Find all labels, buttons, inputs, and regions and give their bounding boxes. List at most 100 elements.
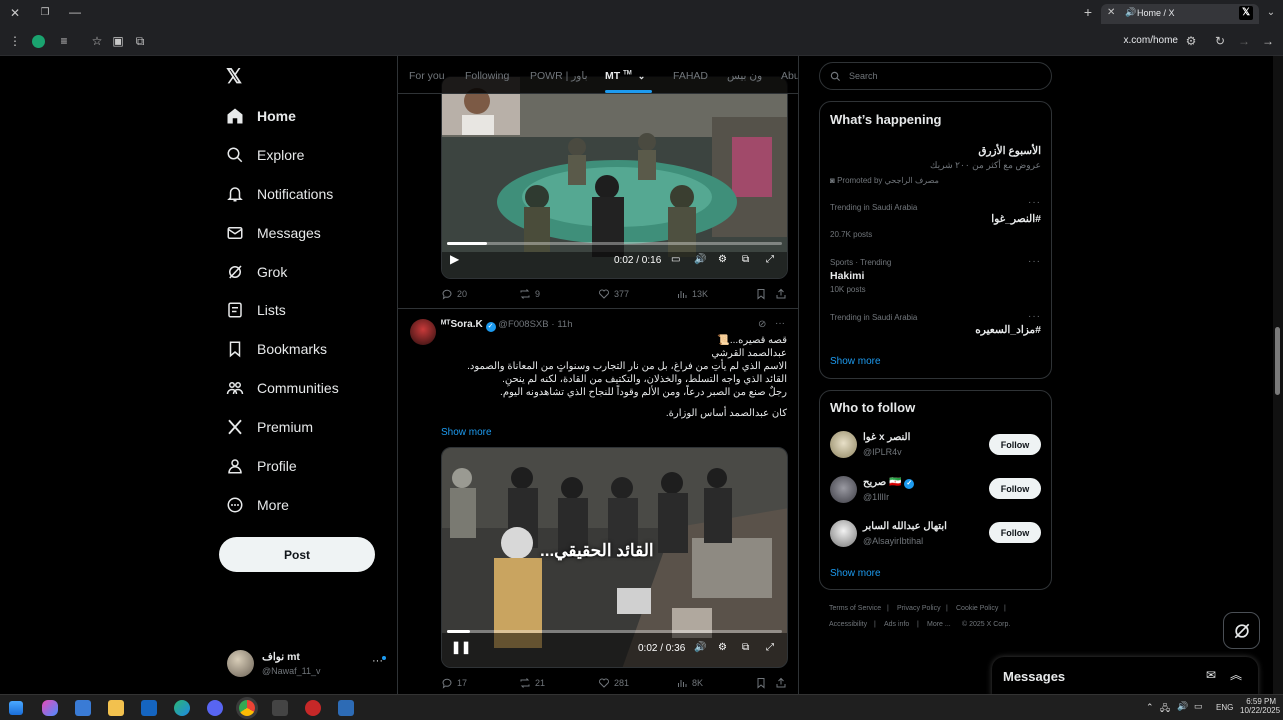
sidebar-item-communities[interactable]: Communities (226, 375, 339, 401)
sidebar-item-home[interactable]: Home (226, 103, 296, 129)
reading-list-icon[interactable]: ≡ (56, 34, 72, 50)
trend-item[interactable]: Trending in Saudi Arabia ··· #النصر_غوا … (820, 197, 1051, 245)
tab-fahad[interactable]: FAHAD (673, 70, 708, 82)
footer-link[interactable]: More ... (927, 621, 951, 628)
store-icon[interactable] (75, 700, 91, 716)
forward-icon[interactable]: → (1236, 34, 1252, 50)
sidebar-item-messages[interactable]: Messages (226, 220, 321, 246)
share-action[interactable] (775, 288, 787, 300)
bookmark-action[interactable] (755, 288, 767, 300)
speaker-icon[interactable]: 🔊 (1177, 701, 1188, 712)
bookmark-action[interactable] (755, 677, 767, 689)
video-progress-bar[interactable] (447, 242, 782, 245)
tab-home-x[interactable]: ✕ 🔊 Home / X 𝕏 (1101, 4, 1259, 24)
account-switcher[interactable]: نواف mt @Nawaf_11_v ··· (219, 645, 391, 683)
language-indicator[interactable]: ENG (1216, 703, 1233, 712)
tweet-time[interactable]: 11h (557, 319, 572, 330)
repost-action[interactable]: 9 (519, 288, 540, 300)
url-field[interactable]: x.com/home (1110, 35, 1178, 46)
promoted-trend[interactable]: الأسبوع الأزرق عروض مع أكثر من ٢٠٠ شريك … (820, 134, 1051, 194)
tweet-video-1[interactable]: ▶ 0:02 / 0:16 ▭ 🔊 ⚙ ⧉ ⤢ (441, 76, 788, 279)
screenshot-icon[interactable]: ⧉ (132, 34, 148, 50)
author-name[interactable]: Sora.K (451, 319, 483, 330)
copilot-icon[interactable] (42, 700, 58, 716)
sidebar-item-bookmarks[interactable]: Bookmarks (226, 336, 327, 362)
settings-gear-icon[interactable]: ⚙ (718, 642, 727, 653)
minimize-window-icon[interactable]: — (67, 5, 83, 21)
search-input[interactable]: Search (819, 62, 1052, 90)
pip-icon[interactable]: ⧉ (742, 642, 749, 653)
tab-abu[interactable]: Abu (781, 70, 798, 82)
trend-more-icon[interactable]: ··· (1028, 197, 1041, 208)
bookmark-star-icon[interactable]: ☆ (89, 34, 105, 50)
sidebar-item-lists[interactable]: Lists (226, 297, 286, 323)
sidebar-item-more[interactable]: More (226, 492, 289, 518)
play-icon[interactable]: ▶ (450, 252, 459, 266)
menu-kebab-icon[interactable]: ⋮ (7, 34, 23, 50)
show-more-link[interactable]: Show more (830, 356, 881, 367)
tab-one-piece[interactable]: ون بيس (727, 70, 762, 82)
messages-drawer[interactable]: Messages ✉ ︽ (992, 657, 1258, 697)
reply-action[interactable]: 17 (441, 677, 467, 689)
show-more-link[interactable]: Show more (830, 568, 881, 579)
follow-button[interactable]: Follow (989, 434, 1041, 455)
like-action[interactable]: 281 (598, 677, 629, 689)
new-tab-icon[interactable]: + (1080, 5, 1096, 21)
trend-item[interactable]: Sports · Trending ··· Hakimi 10K posts (820, 252, 1051, 300)
profile-avatar-icon[interactable] (32, 35, 45, 48)
grok-analyze-icon[interactable]: ⊘ (758, 319, 766, 330)
scrollbar-thumb[interactable] (1275, 327, 1280, 395)
tab-following[interactable]: Following (465, 70, 509, 82)
discord-icon[interactable] (207, 700, 223, 716)
restore-window-icon[interactable]: ❐ (37, 6, 53, 22)
outlook-icon[interactable] (141, 700, 157, 716)
sidebar-item-grok[interactable]: Grok (226, 259, 287, 285)
back-icon[interactable]: → (1260, 34, 1276, 50)
footer-link[interactable]: Accessibility (829, 621, 867, 628)
share-action[interactable] (775, 677, 787, 689)
trend-item[interactable]: Trending in Saudi Arabia ··· #مزاد_السعي… (820, 307, 1051, 347)
captions-icon[interactable]: ▭ (671, 254, 680, 265)
follow-button[interactable]: Follow (989, 478, 1041, 499)
tweet-author-avatar[interactable] (410, 319, 436, 345)
network-icon[interactable]: 🖧 (1160, 701, 1170, 717)
volume-icon[interactable]: 🔊 (694, 642, 706, 653)
sidebar-item-notifications[interactable]: Notifications (226, 181, 333, 207)
collections-icon[interactable]: ▣ (110, 34, 126, 50)
tweet-video-2[interactable]: القائد الحقيقي... ❚❚ 0:02 / 0:36 🔊 ⚙ ⧉ ⤢ (441, 447, 788, 668)
sidebar-item-premium[interactable]: Premium (226, 414, 313, 440)
app-icon[interactable] (272, 700, 288, 716)
sidebar-item-explore[interactable]: Explore (226, 142, 304, 168)
sidebar-item-profile[interactable]: Profile (226, 453, 297, 479)
pause-icon[interactable]: ❚❚ (451, 640, 471, 654)
pip-icon[interactable]: ⧉ (742, 254, 749, 265)
video-progress-bar[interactable] (447, 630, 782, 633)
volume-icon[interactable]: 🔊 (694, 254, 706, 265)
tab-close-icon[interactable]: ✕ (1107, 7, 1115, 18)
windows-start-icon[interactable] (9, 701, 23, 715)
site-settings-icon[interactable]: ⚙ (1183, 34, 1199, 50)
new-message-icon[interactable]: ✉ (1206, 668, 1216, 682)
footer-link[interactable]: Ads info (884, 621, 909, 628)
fullscreen-icon[interactable]: ⤢ (766, 642, 774, 653)
trend-more-icon[interactable]: ··· (1028, 256, 1041, 267)
expand-up-icon[interactable]: ︽ (1230, 666, 1242, 683)
close-window-icon[interactable]: ✕ (7, 6, 23, 22)
views-action[interactable]: 13K (676, 288, 708, 300)
reload-icon[interactable]: ↻ (1212, 34, 1228, 50)
edge-icon[interactable] (174, 700, 190, 716)
battery-icon[interactable]: ▭ (1194, 701, 1203, 712)
tab-powr[interactable]: POWR | باور (530, 70, 588, 82)
footer-link[interactable]: Cookie Policy (956, 605, 998, 612)
post-button[interactable]: Post (219, 537, 375, 572)
author-handle[interactable]: @F008SXB (498, 319, 548, 330)
vpn-shield-icon[interactable] (338, 700, 354, 716)
chrome-icon[interactable] (239, 700, 255, 716)
trend-more-icon[interactable]: ··· (1028, 311, 1041, 322)
taskbar-clock[interactable]: 6:59 PM 10/22/2025 (1240, 697, 1280, 715)
grok-floating-button[interactable] (1223, 612, 1260, 649)
reply-action[interactable]: 20 (441, 288, 467, 300)
file-explorer-icon[interactable] (108, 700, 124, 716)
tab-search-icon[interactable]: ⌄ (1263, 6, 1279, 22)
tab-mt[interactable]: MT TM ⌄ (605, 70, 645, 82)
